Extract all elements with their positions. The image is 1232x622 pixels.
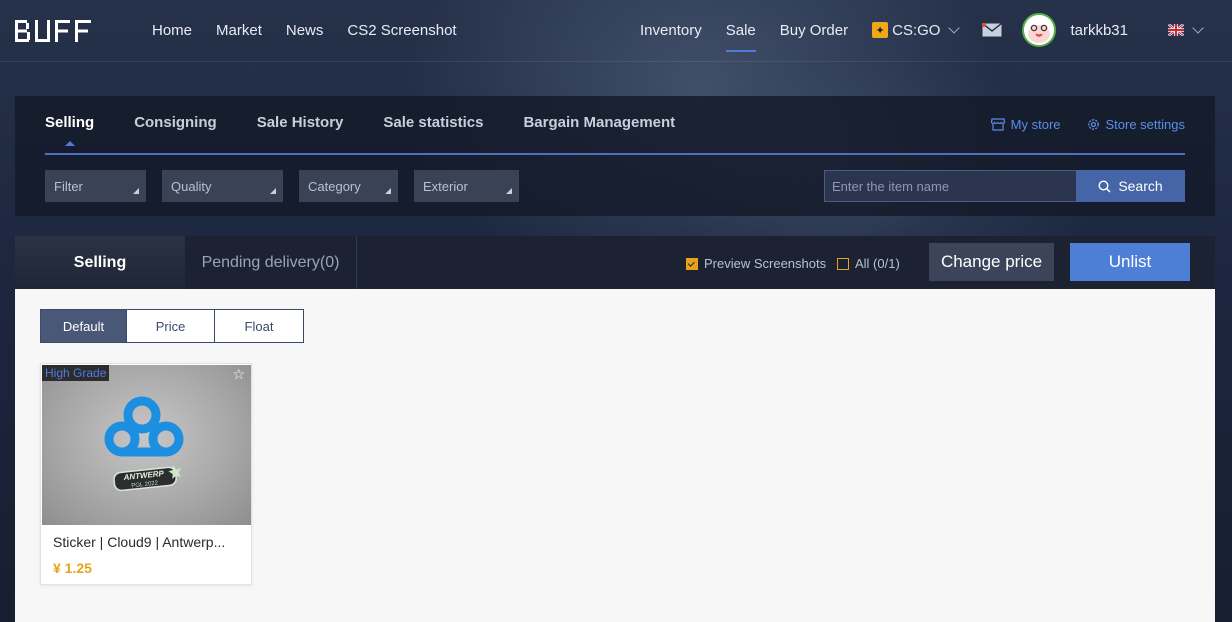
select-all-label: All (0/1) [855, 256, 900, 271]
avatar-face-icon [1024, 15, 1055, 45]
language-switcher[interactable] [1168, 22, 1204, 36]
store-links: My store Store settings [990, 117, 1186, 132]
nav-home[interactable]: Home [152, 22, 192, 39]
sale-tabs: Selling Consigning Sale History Sale sta… [45, 114, 715, 146]
nav-buy-order[interactable]: Buy Order [780, 22, 848, 39]
tab-bargain-management[interactable]: Bargain Management [523, 114, 675, 131]
category-dropdown[interactable]: Category [299, 170, 398, 202]
filter-bar: Filter Quality Category Exterior [45, 170, 519, 202]
user-nav: Inventory Sale Buy Order ✦ CS:GO tarkkb3… [640, 0, 1232, 60]
avatar[interactable] [1022, 13, 1057, 47]
sort-price[interactable]: Price [127, 310, 215, 342]
mail-icon[interactable] [982, 23, 1003, 37]
star-icon[interactable]: ☆ [232, 366, 245, 383]
preview-screenshots-checkbox[interactable]: Preview Screenshots [686, 256, 826, 271]
top-navbar: Home Market News CS2 Screenshot Inventor… [0, 0, 1232, 62]
chevron-down-icon [948, 22, 961, 34]
item-list-area: Default Price Float ANTWERP PGL 2022 Hig… [15, 289, 1215, 622]
store-settings-label: Store settings [1105, 117, 1186, 132]
main-nav: Home Market News CS2 Screenshot [152, 0, 457, 60]
sort-float[interactable]: Float [215, 310, 303, 342]
selling-toolbar: Selling Pending delivery(0) Preview Scre… [15, 236, 1215, 289]
my-store-label: My store [1010, 117, 1061, 132]
tab-sale-statistics[interactable]: Sale statistics [383, 114, 483, 131]
item-image: ANTWERP PGL 2022 [42, 365, 251, 525]
uk-flag-icon [1168, 24, 1184, 36]
username[interactable]: tarkkb31 [1070, 22, 1128, 39]
gear-icon [1087, 119, 1099, 130]
filter-dropdown[interactable]: Filter [45, 170, 146, 202]
nav-cs2-screenshot[interactable]: CS2 Screenshot [347, 22, 456, 39]
buff-logo[interactable] [15, 20, 93, 42]
unlist-button[interactable]: Unlist [1070, 243, 1190, 281]
item-price: ¥ 1.25 [53, 560, 92, 576]
nav-market[interactable]: Market [216, 22, 262, 39]
search-icon [1098, 179, 1111, 193]
search-button-label: Search [1118, 178, 1163, 194]
tab-sale-history[interactable]: Sale History [257, 114, 344, 131]
tab-divider [45, 153, 1185, 155]
game-switcher[interactable]: ✦ CS:GO [872, 21, 961, 39]
cloud9-sticker-image: ANTWERP PGL 2022 [104, 396, 184, 492]
nav-sale[interactable]: Sale [725, 22, 756, 52]
checkbox-unchecked-icon [837, 257, 849, 270]
store-icon [990, 118, 1005, 131]
tab-consigning[interactable]: Consigning [134, 114, 217, 131]
sort-tabs: Default Price Float [40, 309, 304, 343]
nav-news[interactable]: News [286, 22, 324, 39]
item-card[interactable]: ANTWERP PGL 2022 High Grade ☆ Sticker | … [40, 363, 252, 585]
exterior-dropdown[interactable]: Exterior [414, 170, 519, 202]
search-input[interactable]: Enter the item name [824, 170, 1077, 202]
select-all-checkbox[interactable]: All (0/1) [837, 256, 900, 271]
search-button[interactable]: Search [1076, 170, 1185, 202]
nav-inventory[interactable]: Inventory [640, 22, 702, 39]
item-grade-badge: High Grade [42, 365, 110, 381]
subtab-selling[interactable]: Selling [15, 236, 185, 289]
change-price-button[interactable]: Change price [929, 243, 1054, 281]
csgo-icon: ✦ [872, 22, 889, 38]
item-name[interactable]: Sticker | Cloud9 | Antwerp... [53, 534, 225, 550]
my-store-link[interactable]: My store [990, 117, 1061, 132]
sale-panel: Selling Consigning Sale History Sale sta… [15, 96, 1215, 216]
tab-selling[interactable]: Selling [45, 114, 94, 146]
checkbox-checked-icon [686, 257, 698, 270]
chevron-down-icon [1192, 22, 1204, 34]
preview-screenshots-label: Preview Screenshots [704, 256, 827, 271]
quality-dropdown[interactable]: Quality [162, 170, 283, 202]
store-settings-link[interactable]: Store settings [1087, 117, 1186, 132]
subtab-pending-delivery[interactable]: Pending delivery(0) [185, 236, 357, 289]
game-name: CS:GO [892, 21, 941, 39]
sort-default[interactable]: Default [41, 310, 127, 342]
